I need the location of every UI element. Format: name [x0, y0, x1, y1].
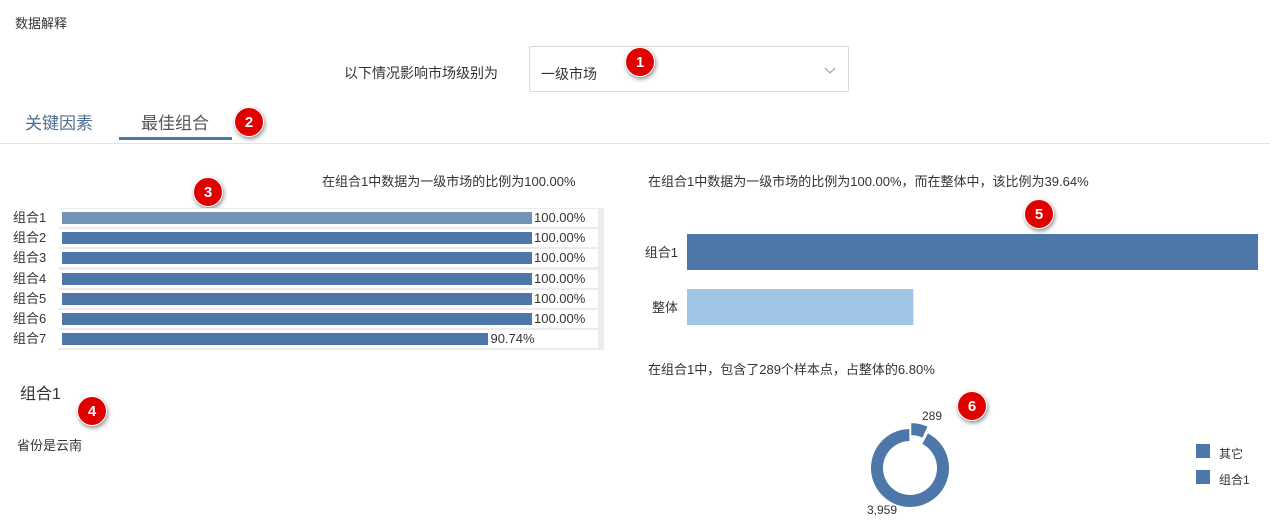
combination-bar-label: 组合5 — [13, 290, 47, 306]
tab-key-factors[interactable]: 关键因素 — [25, 109, 93, 134]
chevron-down-icon — [824, 63, 836, 81]
combination-bar[interactable] — [62, 313, 532, 325]
tabs-divider — [0, 143, 1270, 144]
market-level-select[interactable]: 一级市场 — [529, 46, 849, 92]
callout-marker-4: 4 — [77, 396, 107, 426]
comparison-bar[interactable] — [687, 289, 914, 325]
combination-bar-row: 组合4 100.00% — [13, 269, 598, 288]
combination-bar[interactable] — [62, 333, 489, 346]
combination-bar-row: 组合5 100.00% — [13, 289, 598, 308]
legend-label: 组合1 — [1219, 473, 1250, 487]
combination-bar[interactable] — [62, 212, 532, 224]
combination-bar-row: 组合2 100.00% — [13, 229, 598, 248]
combination-ratio-caption: 在组合1中数据为一级市场的比例为100.00% — [322, 174, 576, 189]
combination-bar[interactable] — [62, 232, 532, 245]
combination-bar-row: 组合1 100.00% — [13, 209, 598, 227]
combination-bar-row: 组合7 90.74% — [13, 330, 598, 349]
combination-bar-row: 组合3 100.00% — [13, 249, 598, 268]
callout-marker-2: 2 — [234, 107, 264, 137]
combination-bar-value: 100.00% — [534, 270, 586, 286]
page-title: 数据解释 — [15, 16, 68, 31]
combination-bar-row: 组合6 100.00% — [13, 310, 598, 328]
combination-bar-label: 组合7 — [13, 331, 47, 347]
combination-bar-label: 组合4 — [13, 270, 47, 286]
donut-slice-combo1[interactable] — [910, 423, 928, 438]
legend-label: 其它 — [1219, 447, 1244, 461]
market-level-label: 以下情况影响市场级别为 — [344, 65, 498, 81]
combination-bar-label: 组合2 — [13, 230, 47, 246]
comparison-bar-chart: 组合1 整体 — [645, 234, 1258, 325]
combination-bar-value: 100.00% — [534, 311, 586, 326]
combination-bar-label: 组合6 — [13, 311, 47, 326]
comparison-bar-label: 组合1 — [645, 245, 678, 260]
callout-marker-1: 1 — [625, 47, 655, 77]
combination-bar-label: 组合1 — [13, 210, 47, 225]
combination-bar-label: 组合3 — [13, 250, 47, 266]
comparison-caption: 在组合1中数据为一级市场的比例为100.00%，而在整体中，该比例为39.64% — [648, 174, 1089, 189]
donut-value-label: 289 — [922, 409, 942, 423]
combination-bar-value: 100.00% — [534, 230, 586, 246]
comparison-bar-label: 整体 — [652, 300, 678, 315]
combination-bar-value: 100.00% — [534, 290, 586, 306]
combination-detail-title: 组合1 — [20, 386, 61, 403]
sample-donut-chart: 289 3,959 — [867, 409, 949, 517]
combination-bar-value: 100.00% — [534, 210, 586, 225]
donut-slice-other[interactable] — [871, 429, 949, 507]
combination-bar[interactable] — [62, 272, 532, 285]
legend-swatch — [1196, 444, 1210, 458]
combination-bar-value: 90.74% — [490, 331, 535, 347]
comparison-bar[interactable] — [687, 234, 1258, 270]
market-level-value: 一级市场 — [541, 66, 597, 82]
callout-marker-3: 3 — [193, 177, 223, 207]
legend-swatch — [1196, 470, 1210, 484]
callout-marker-5: 5 — [1024, 199, 1054, 229]
tab-best-combination[interactable]: 最佳组合 — [141, 109, 209, 134]
active-tab-indicator — [119, 137, 232, 140]
combination-detail-description: 省份是云南 — [17, 438, 83, 453]
combination-ratio-chart: 组合1 100.00% 组合2 100.00% 组合3 100.00% 组合4 100.00%… — [13, 208, 604, 350]
sample-count-caption: 在组合1中，包含了289个样本点，占整体的6.80% — [648, 362, 935, 377]
donut-value-label: 3,959 — [867, 503, 897, 517]
combination-bar[interactable] — [62, 252, 532, 265]
combination-bar[interactable] — [62, 292, 532, 305]
combination-bar-value: 100.00% — [534, 250, 586, 266]
